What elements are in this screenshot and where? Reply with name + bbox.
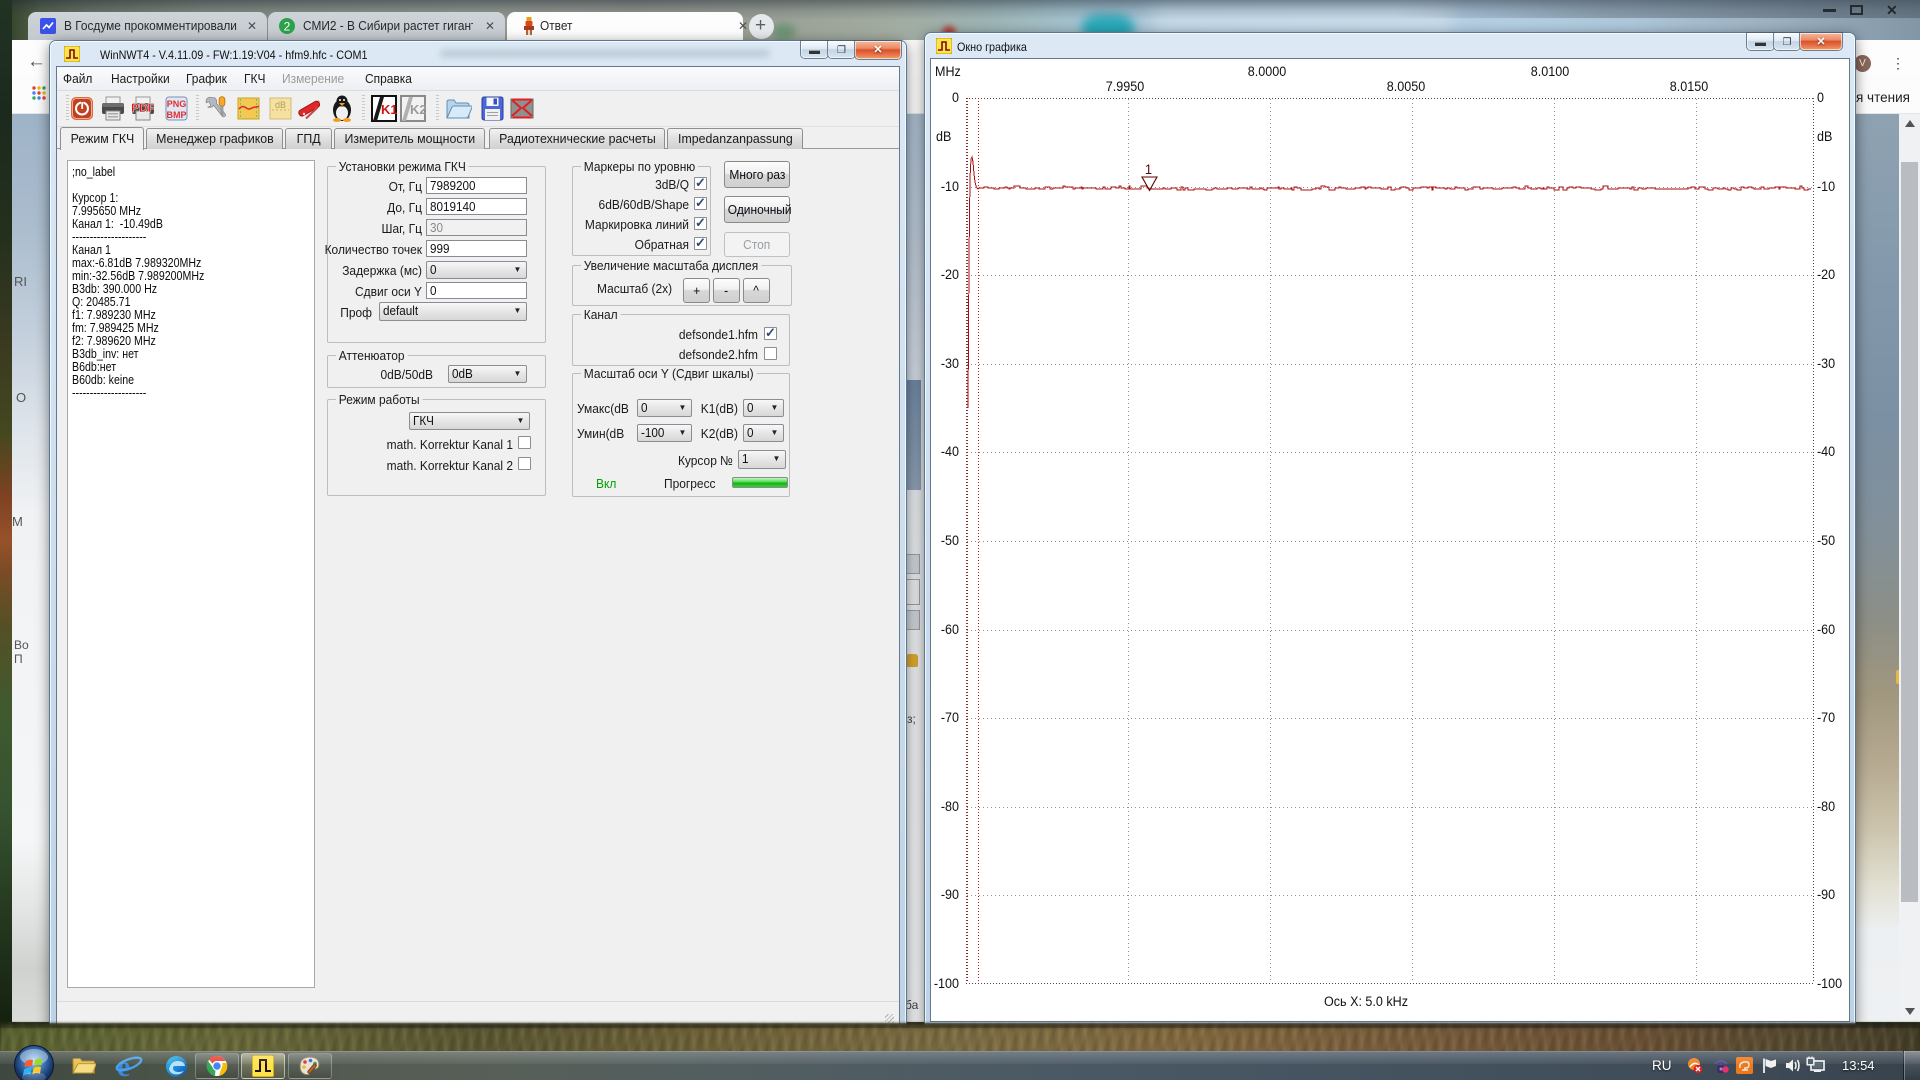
svg-text:K2: K2 <box>410 102 426 117</box>
svg-text:PNG: PNG <box>167 99 187 109</box>
svg-text:BMP: BMP <box>167 110 187 120</box>
svg-text:K1: K1 <box>381 102 397 117</box>
svg-text:2: 2 <box>284 20 291 34</box>
svg-text:PDF: PDF <box>131 101 155 115</box>
svg-text:dB: dB <box>275 100 286 110</box>
